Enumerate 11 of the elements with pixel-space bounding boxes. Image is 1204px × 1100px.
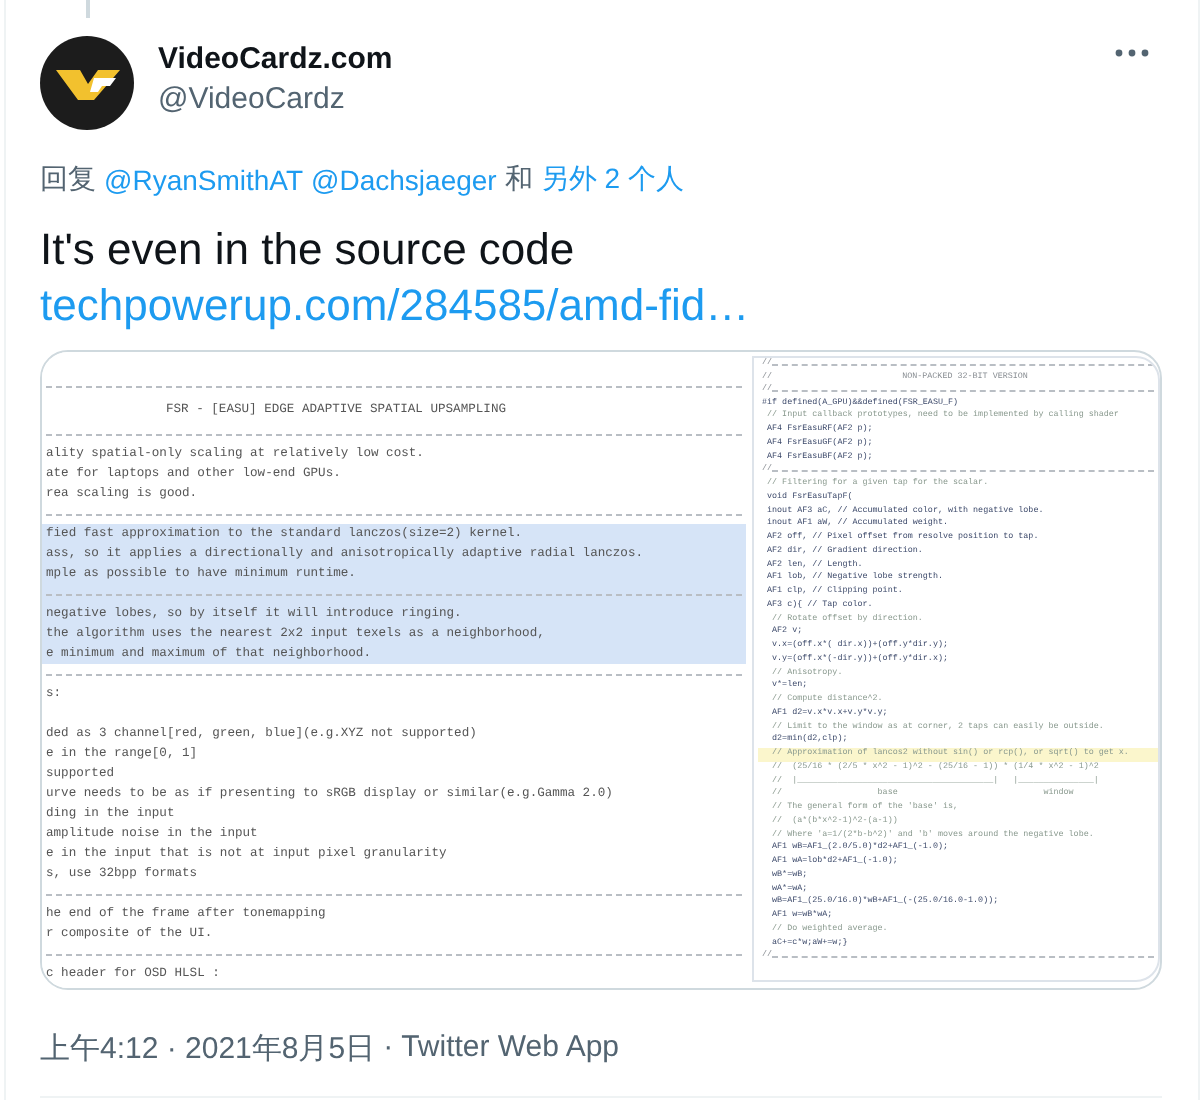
separator: ·	[383, 1030, 394, 1068]
author-handle[interactable]: @VideoCardz	[158, 82, 1090, 116]
reply-conjunction: 和	[504, 162, 533, 198]
author-name[interactable]: VideoCardz.com	[158, 42, 1090, 76]
reply-label: 回复	[40, 162, 96, 198]
timestamp-link[interactable]: 上午4:12 · 2021年8月5日	[40, 1030, 376, 1068]
attached-image[interactable]	[40, 350, 1162, 990]
tweet-text: It's even in the source code	[40, 222, 577, 278]
more-icon[interactable]	[1114, 48, 1150, 58]
avatar-icon[interactable]	[40, 36, 134, 130]
source-link[interactable]: Twitter Web App	[401, 1030, 620, 1068]
